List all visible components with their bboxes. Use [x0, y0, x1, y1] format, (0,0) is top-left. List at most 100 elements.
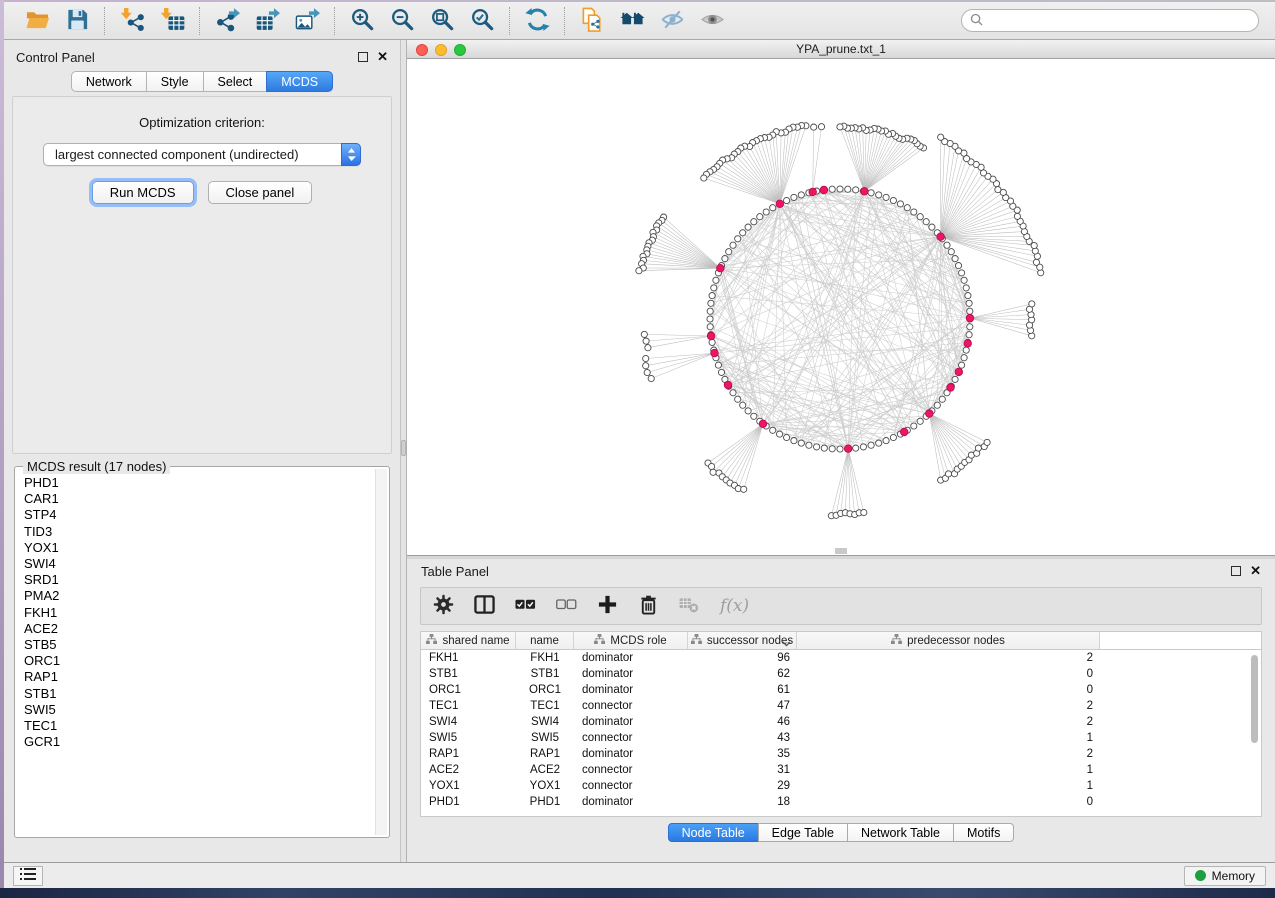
cell: connector: [574, 780, 688, 792]
table-scrollbar[interactable]: [1249, 652, 1260, 814]
zoom-in-button[interactable]: [342, 4, 382, 38]
tab-network[interactable]: Network: [71, 71, 147, 92]
delete-table-button[interactable]: [679, 591, 700, 621]
search-input[interactable]: [988, 14, 1250, 28]
delete-button[interactable]: [638, 591, 659, 621]
table-scrollbar-thumb[interactable]: [1251, 655, 1258, 743]
table-row[interactable]: SWI4SWI4dominator462: [421, 714, 1261, 730]
result-node[interactable]: YOX1: [24, 540, 374, 556]
columns-button[interactable]: [474, 591, 495, 621]
tab-mcds[interactable]: MCDS: [266, 71, 333, 92]
table-row[interactable]: PHD1PHD1dominator180: [421, 794, 1261, 810]
network-window-titlebar[interactable]: YPA_prune.txt_1: [407, 40, 1275, 59]
mcds-result-list[interactable]: PHD1CAR1STP4TID3YOX1SWI4SRD1PMA2FKH1ACE2…: [17, 471, 374, 835]
deselect-all-button[interactable]: [556, 591, 577, 621]
tab-edge-table[interactable]: Edge Table: [758, 823, 848, 842]
toolbar-groups: [10, 2, 739, 39]
cell: 2: [797, 700, 1100, 712]
result-node[interactable]: GCR1: [24, 734, 374, 750]
copy-network-button[interactable]: [572, 4, 612, 38]
import-table-button[interactable]: [152, 4, 192, 38]
select-all-button[interactable]: [515, 591, 536, 621]
mcds-result-scrollbar[interactable]: [375, 469, 387, 835]
close-window-icon[interactable]: [416, 44, 428, 56]
maximize-window-icon[interactable]: [454, 44, 466, 56]
network-canvas[interactable]: [407, 59, 1275, 555]
import-network-button[interactable]: [112, 4, 152, 38]
tab-select[interactable]: Select: [203, 71, 268, 92]
result-node[interactable]: ORC1: [24, 653, 374, 669]
result-node[interactable]: SWI5: [24, 702, 374, 718]
table-row[interactable]: RAP1RAP1dominator352: [421, 746, 1261, 762]
control-panel: Control Panel ✕ NetworkStyleSelectMCDS O…: [4, 40, 400, 862]
float-panel-icon[interactable]: [358, 52, 368, 62]
result-node[interactable]: TEC1: [24, 718, 374, 734]
memory-button[interactable]: Memory: [1184, 866, 1266, 886]
splitter-handle[interactable]: [401, 440, 406, 456]
column-header[interactable]: successor nodes: [688, 632, 797, 649]
delete-icon: [638, 594, 659, 618]
table-row[interactable]: FKH1FKH1dominator962: [421, 650, 1261, 666]
add-button[interactable]: [597, 591, 618, 621]
float-table-panel-icon[interactable]: [1231, 566, 1241, 576]
column-header[interactable]: predecessor nodes: [797, 632, 1100, 649]
run-mcds-button[interactable]: Run MCDS: [92, 181, 194, 204]
table-row[interactable]: YOX1YOX1connector291: [421, 778, 1261, 794]
column-header[interactable]: shared name: [421, 632, 516, 649]
result-node[interactable]: RAP1: [24, 669, 374, 685]
desktop-wallpaper-left: [0, 0, 4, 888]
criterion-dropdown[interactable]: largest connected component (undirected): [43, 143, 361, 166]
cell: 0: [797, 684, 1100, 696]
gear-button[interactable]: [433, 591, 454, 621]
tab-network-table[interactable]: Network Table: [847, 823, 954, 842]
result-node[interactable]: ACE2: [24, 621, 374, 637]
table-row[interactable]: SWI5SWI5connector431: [421, 730, 1261, 746]
node-table: shared namenameMCDS rolesuccessor nodesp…: [420, 631, 1262, 817]
zoom-fit-button[interactable]: [422, 4, 462, 38]
zoom-selected-button[interactable]: [462, 4, 502, 38]
table-row[interactable]: TEC1TEC1connector472: [421, 698, 1261, 714]
result-node[interactable]: SRD1: [24, 572, 374, 588]
result-node[interactable]: PMA2: [24, 588, 374, 604]
table-row[interactable]: ORC1ORC1dominator610: [421, 682, 1261, 698]
open-folder-button[interactable]: [17, 4, 57, 38]
tab-node-table[interactable]: Node Table: [668, 823, 759, 842]
show-all-button[interactable]: [692, 4, 732, 38]
save-button[interactable]: [57, 4, 97, 38]
search-box[interactable]: [961, 9, 1259, 32]
refresh-button[interactable]: [517, 4, 557, 38]
result-node[interactable]: SWI4: [24, 556, 374, 572]
result-node[interactable]: TID3: [24, 524, 374, 540]
cell: YOX1: [516, 780, 574, 792]
canvas-scrollbar-grip[interactable]: [835, 548, 847, 554]
result-node[interactable]: STB5: [24, 637, 374, 653]
column-header[interactable]: name: [516, 632, 574, 649]
export-network-button[interactable]: [207, 4, 247, 38]
table-row[interactable]: ACE2ACE2connector311: [421, 762, 1261, 778]
tab-style[interactable]: Style: [146, 71, 204, 92]
export-table-button[interactable]: [247, 4, 287, 38]
result-node[interactable]: PHD1: [24, 475, 374, 491]
column-header[interactable]: MCDS role: [574, 632, 688, 649]
export-image-button[interactable]: [287, 4, 327, 38]
result-node[interactable]: CAR1: [24, 491, 374, 507]
result-node[interactable]: STP4: [24, 507, 374, 523]
panel-selector-button[interactable]: [13, 866, 43, 886]
zoom-out-button[interactable]: [382, 4, 422, 38]
cell: 0: [797, 668, 1100, 680]
panel-splitter[interactable]: [400, 40, 407, 862]
table-row[interactable]: STB1STB1dominator620: [421, 666, 1261, 682]
cell: TEC1: [421, 700, 516, 712]
close-panel-icon[interactable]: ✕: [377, 52, 388, 62]
sort-icon[interactable]: [782, 638, 791, 650]
hide-selected-button[interactable]: [652, 4, 692, 38]
tab-motifs[interactable]: Motifs: [953, 823, 1014, 842]
close-panel-button[interactable]: Close panel: [208, 181, 313, 204]
close-table-panel-icon[interactable]: ✕: [1250, 566, 1261, 576]
function-button[interactable]: f(x): [720, 591, 749, 621]
minimize-window-icon[interactable]: [435, 44, 447, 56]
dropdown-stepper-icon: [341, 143, 361, 166]
result-node[interactable]: FKH1: [24, 605, 374, 621]
result-node[interactable]: STB1: [24, 686, 374, 702]
first-neighbors-button[interactable]: [612, 4, 652, 38]
